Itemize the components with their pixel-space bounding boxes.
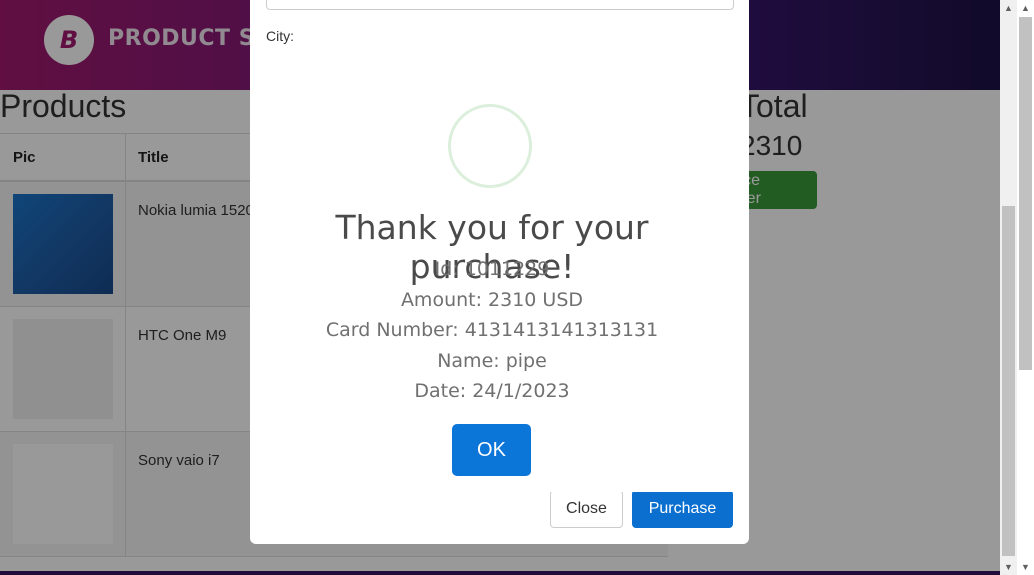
- order-id-text: Id: 1011229: [434, 258, 550, 280]
- purchase-button[interactable]: Purchase: [632, 490, 733, 528]
- page-scroll-up-arrow-icon[interactable]: ▲: [1017, 0, 1034, 16]
- page-scroll-thumb[interactable]: [1019, 17, 1032, 370]
- modal-scrollbar[interactable]: ▲ ▼: [1000, 0, 1017, 575]
- scroll-up-arrow-icon[interactable]: ▲: [1000, 0, 1017, 16]
- country-input[interactable]: [266, 0, 734, 10]
- close-button[interactable]: Close: [550, 490, 623, 528]
- success-icon: [448, 104, 532, 188]
- scroll-down-arrow-icon[interactable]: ▼: [1000, 559, 1017, 575]
- card-number-text: Card Number: 4131413141313131: [325, 319, 659, 341]
- amount-text: Amount: 2310 USD: [400, 289, 584, 311]
- name-text: Name: pipe: [437, 350, 547, 372]
- purchase-success-alert: Thank you for your purchase! Id: 1011229…: [251, 68, 733, 492]
- scroll-thumb[interactable]: [1002, 206, 1015, 556]
- city-label: City:: [266, 28, 294, 44]
- page-scroll-down-arrow-icon[interactable]: ▼: [1017, 559, 1034, 575]
- ok-button[interactable]: OK: [452, 424, 531, 476]
- date-text: Date: 24/1/2023: [414, 380, 570, 402]
